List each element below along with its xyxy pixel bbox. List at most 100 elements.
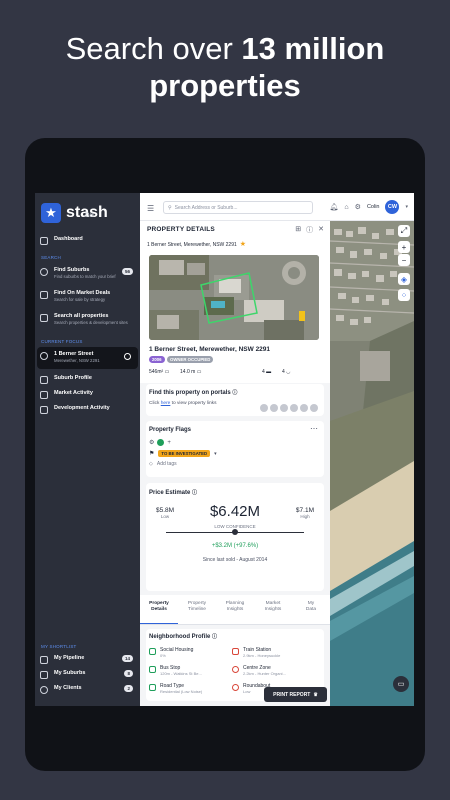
tools-icon[interactable]: ⁘ [398,289,410,301]
beds-value: 4 [262,369,265,375]
target-icon[interactable] [124,353,131,360]
portal-icon[interactable] [310,404,318,412]
sidebar-item-label: Find Suburbs [54,267,90,273]
add-tags[interactable]: ◇ Add tags [149,461,177,467]
sidebar-item-label: Dashboard [54,236,83,242]
count-badge: 56 [121,268,133,275]
portals-title: Find this property on portals ⓘ [149,389,237,396]
help-icon[interactable]: ⓘ [212,634,217,640]
graduation-cap-icon[interactable]: ⌂ [344,204,348,211]
search-input[interactable]: ⚲ Search Address or Suburb... [163,201,313,214]
sidebar-item-market-deals[interactable]: Find On Market Deals Search for sale by s… [40,290,137,303]
user-dot-icon[interactable] [157,439,165,446]
nb-sub: 2.2km - Hunter Organi... [243,671,286,676]
flags-card: Property Flags ⋯ ⚙ + ⚑ TO BE INVESTIGATE… [146,421,324,477]
nb-sub: 0% [160,653,166,658]
section-search: SEARCH [41,255,61,260]
portals-text-after: to view property links [170,401,217,406]
fullscreen-icon[interactable]: ⤢ [398,225,410,237]
user-name[interactable]: Colin [367,204,380,210]
nb-social-housing: Social Housing 0% [149,647,229,658]
portal-icon[interactable] [270,404,278,412]
sidebar-item-market-activity[interactable]: Market Activity [40,390,137,399]
layers-icon[interactable]: ◈ [398,273,410,285]
star-icon[interactable]: ★ [240,241,246,248]
nb-train-station: Train Station 2.9km - Honeysuckle [232,647,312,658]
portals-card: Find this property on portals ⓘ Click he… [146,384,324,416]
zoom-out-icon[interactable]: − [398,254,410,266]
tab-label: Timeline [188,607,206,612]
sidebar-item-suburbs[interactable]: My Suburbs 8 [40,670,137,679]
sidebar-item-label: Development Activity [54,405,110,411]
focus-sub: Merewether, NSW 2291 [54,358,100,363]
flag-icon [40,656,48,664]
print-report-button[interactable]: PRINT REPORT ♛ [264,687,327,702]
map-icon [40,671,48,679]
location-pin-icon [40,352,48,360]
tab-property-details[interactable]: Property Details [140,595,178,624]
settings-icon[interactable]: ⚙ [149,439,154,446]
flag-tag[interactable]: TO BE INVESTIGATED [158,450,211,457]
flag-icon: ⚑ [149,451,155,457]
add-tags-label: Add tags [156,461,177,467]
portal-icon[interactable] [260,404,268,412]
chevron-down-icon[interactable]: ▾ [405,204,408,210]
plus-icon[interactable]: + [167,440,171,446]
sidebar-item-label: My Pipeline [54,655,85,661]
logo[interactable]: ★ stash [41,203,108,223]
menu-icon[interactable]: ☰ [147,204,154,213]
profile-icon [40,376,48,384]
portals-text: Click here to view property links [149,401,216,406]
price-change: +$3.2M (+97.6%) [211,543,259,549]
portal-icon[interactable] [300,404,308,412]
document-icon [40,291,48,299]
tab-my-data[interactable]: My Data [292,595,330,624]
sidebar-item-dashboard[interactable]: Dashboard [40,236,137,245]
portal-icon[interactable] [280,404,288,412]
portals-link[interactable]: here [161,401,171,406]
bath-icon: ◡ [286,369,291,375]
close-icon[interactable]: ✕ [318,225,324,235]
zoom-in-icon[interactable]: + [398,241,410,253]
land-area-value: 546m² [149,369,164,375]
location-pin-icon [232,666,239,673]
chevron-down-icon[interactable]: ▾ [214,451,217,457]
help-icon[interactable]: ⓘ [192,490,197,496]
sidebar-item-clients[interactable]: My Clients 2 [40,685,137,694]
sidebar-item-find-suburbs[interactable]: Find Suburbs Find suburbs to match your b… [40,267,137,280]
bell-icon[interactable]: 🔔︎ [330,203,339,211]
beds: 4 ▬ [262,369,271,375]
satellite-map[interactable]: ⤢ + − ◈ ⁘ ▭ [330,221,414,706]
tab-market-insights[interactable]: Market Insights [254,595,292,624]
star-logo-icon: ★ [41,203,61,223]
crown-icon: ♛ [313,691,318,698]
flag-row: ⚑ TO BE INVESTIGATED ▾ [149,450,217,457]
price-high: $7.1M High [296,507,314,519]
grid-icon[interactable]: ⊞ [295,225,301,235]
tab-planning-insights[interactable]: Planning Insights [216,595,254,624]
help-icon[interactable]: ⓘ [232,390,237,396]
dashboard-icon [40,237,48,245]
gear-icon[interactable]: ⚙ [355,203,361,211]
nb-road-type: Road Type Residential (Low Noise) [149,683,229,694]
activity-icon [40,391,48,399]
neighborhood-title-text: Neighborhood Profile [149,634,211,640]
chat-icon[interactable]: ▭ [393,676,409,692]
sidebar-item-label: Search all properties [54,313,109,319]
flag-users: ⚙ + [149,439,171,446]
frontage: 14.0 m ▭ [180,369,201,375]
portal-icon[interactable] [290,404,298,412]
sidebar-item-suburb-profile[interactable]: Suburb Profile [40,375,137,384]
sidebar-item-search-properties[interactable]: Search all properties Search properties &… [40,313,137,326]
sidebar-item-pipeline[interactable]: My Pipeline 14 [40,655,137,664]
tag-icon: ◇ [149,461,153,467]
avatar[interactable]: CW [385,200,400,214]
tab-label: Insights [226,607,244,612]
sidebar-item-focus[interactable]: 1 Berner Street Merewether, NSW 2291 [40,351,137,364]
more-icon[interactable]: ⋯ [310,424,318,433]
tab-property-timeline[interactable]: Property Timeline [178,595,216,624]
sidebar-item-sub: Search for sale by strategy [54,297,106,302]
baths: 4 ◡ [282,369,291,375]
help-icon[interactable]: ⓘ [306,225,313,235]
sidebar-item-development-activity[interactable]: Development Activity [40,405,137,414]
